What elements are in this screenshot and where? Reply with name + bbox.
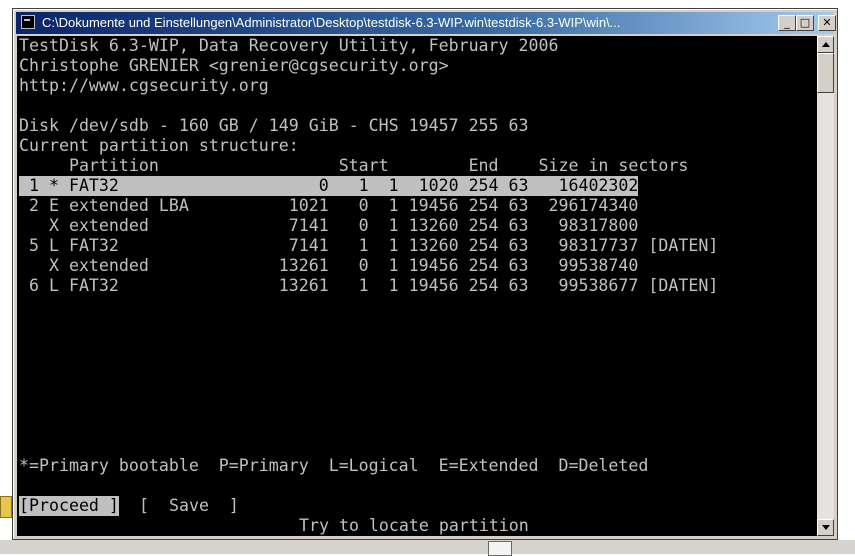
legend-line: *=Primary bootable P=Primary L=Logical E… [19, 456, 649, 475]
status-line: Try to locate partition [299, 516, 529, 535]
save-button[interactable]: [ Save ] [139, 496, 239, 516]
partition-row[interactable]: 2 E extended LBA 1021 0 1 19456 254 63 2… [19, 196, 638, 216]
close-icon[interactable]: ✕ [818, 15, 836, 31]
partition-row[interactable]: 6 L FAT32 13261 1 1 19456 254 63 9953867… [19, 276, 718, 296]
structure-label: Current partition structure: [19, 136, 299, 155]
console-icon[interactable] [21, 15, 35, 29]
scroll-thumb[interactable] [817, 53, 834, 93]
proceed-button[interactable]: [Proceed ] [19, 496, 119, 516]
maximize-icon[interactable]: □ [796, 15, 814, 31]
scroll-down-icon[interactable] [817, 519, 834, 536]
partition-row[interactable]: X extended 13261 0 1 19456 254 63 995387… [19, 256, 638, 276]
minimize-icon[interactable]: _ [778, 15, 796, 31]
console-output[interactable]: TestDisk 6.3-WIP, Data Recovery Utility,… [17, 36, 817, 536]
header-line-2: Christophe GRENIER <grenier@cgsecurity.o… [19, 56, 449, 75]
table-header: Partition Start End Size in sectors [19, 156, 689, 175]
title-bar[interactable]: C:\Dokumente und Einstellungen\Administr… [16, 12, 836, 34]
partition-row[interactable]: 1 * FAT32 0 1 1 1020 254 63 16402302 [19, 176, 639, 196]
desktop-folder-icon[interactable] [0, 496, 12, 518]
desktop-background-bottom [0, 540, 855, 554]
desktop-background-right [838, 0, 855, 554]
header-line-1: TestDisk 6.3-WIP, Data Recovery Utility,… [19, 36, 559, 55]
partition-row[interactable]: 5 L FAT32 7141 1 1 13260 254 63 98317737… [19, 236, 718, 256]
disk-info: Disk /dev/sdb - 160 GB / 149 GiB - CHS 1… [19, 116, 529, 135]
header-line-3: http://www.cgsecurity.org [19, 76, 269, 95]
window-title: C:\Dokumente und Einstellungen\Administr… [42, 15, 621, 30]
vertical-scrollbar[interactable] [817, 36, 834, 536]
partition-row[interactable]: X extended 7141 0 1 13260 254 63 9831780… [19, 216, 638, 236]
scroll-up-icon[interactable] [817, 36, 834, 53]
console-window: C:\Dokumente und Einstellungen\Administr… [12, 8, 838, 540]
desktop-background-left [0, 0, 12, 554]
